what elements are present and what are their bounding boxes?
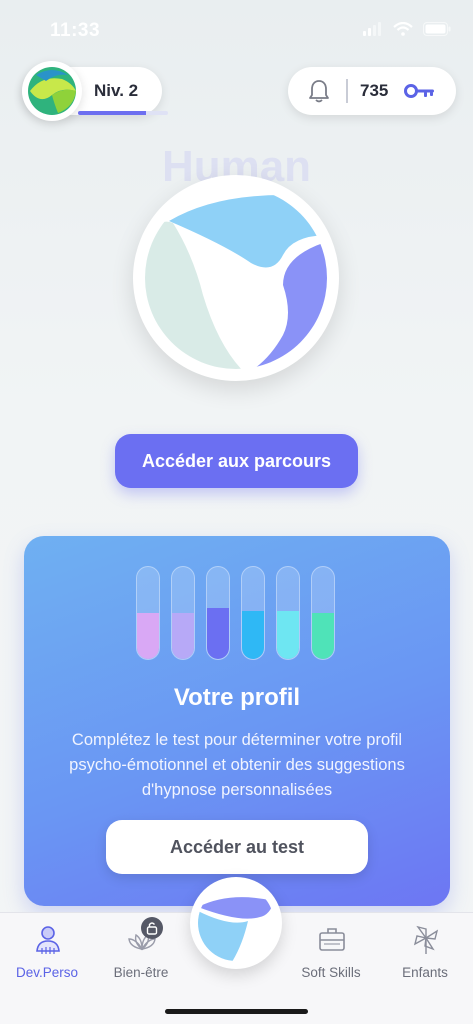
home-indicator: [165, 1009, 308, 1014]
profile-tube: [136, 566, 160, 660]
lock-badge: [141, 917, 163, 939]
battery-icon: [423, 22, 451, 36]
tab-label: Enfants: [402, 965, 448, 980]
profile-tube-fill: [277, 611, 299, 659]
wifi-icon: [393, 22, 413, 36]
status-icons: [363, 22, 451, 36]
bell-icon[interactable]: [308, 79, 330, 103]
lock-icon: [146, 922, 158, 935]
profile-tube: [206, 566, 230, 660]
level-badge-icon: [28, 67, 76, 115]
level-progress-fill: [78, 111, 146, 115]
test-button[interactable]: Accéder au test: [106, 820, 368, 874]
key-icon: [404, 84, 434, 98]
keys-pill: 735: [288, 67, 456, 115]
keys-divider: [346, 79, 348, 103]
status-time: 11:33: [50, 20, 101, 41]
keys-count: 735: [360, 81, 389, 100]
level-avatar: [22, 61, 82, 121]
center-home-button[interactable]: [190, 877, 282, 969]
parcours-button[interactable]: Accéder aux parcours: [115, 434, 358, 488]
tab-soft-skills[interactable]: Soft Skills: [286, 913, 376, 993]
profile-tube-fill: [207, 608, 229, 659]
profile-tubes: [136, 566, 341, 662]
tab-label: Dev.Perso: [15, 965, 79, 980]
tab-label: Soft Skills: [301, 965, 361, 980]
profile-tube: [311, 566, 335, 660]
hero-logo: [133, 175, 339, 381]
pinwheel-icon: [413, 925, 439, 954]
brand-logo-icon: [145, 187, 327, 369]
profile-tube-fill: [137, 613, 159, 659]
level-progress-bar: [78, 111, 168, 115]
profile-card: Votre profil Complétez le test pour déte…: [24, 536, 450, 906]
tab-label: Bien-être: [113, 965, 169, 980]
brand-logo-icon: [198, 885, 274, 961]
profile-title: Votre profil: [173, 684, 301, 711]
tab-enfants[interactable]: Enfants: [380, 913, 470, 993]
person-icon: [36, 926, 60, 954]
profile-tube: [171, 566, 195, 660]
level-label: Niv. 2: [94, 81, 139, 100]
tab-bien-etre[interactable]: Bien-être: [96, 913, 186, 993]
profile-tube: [241, 566, 265, 660]
tab-dev-perso[interactable]: Dev.Perso: [2, 913, 92, 993]
signal-icon: [363, 22, 381, 36]
briefcase-icon: [319, 928, 345, 951]
profile-tube-fill: [242, 611, 264, 659]
level-pill[interactable]: Niv. 2: [22, 61, 168, 121]
profile-description: Complétez le test pour déterminer votre …: [69, 731, 405, 799]
status-bar: 11:33: [0, 0, 473, 60]
profile-tube-fill: [312, 613, 334, 659]
profile-tube-fill: [172, 613, 194, 659]
profile-tube: [276, 566, 300, 660]
